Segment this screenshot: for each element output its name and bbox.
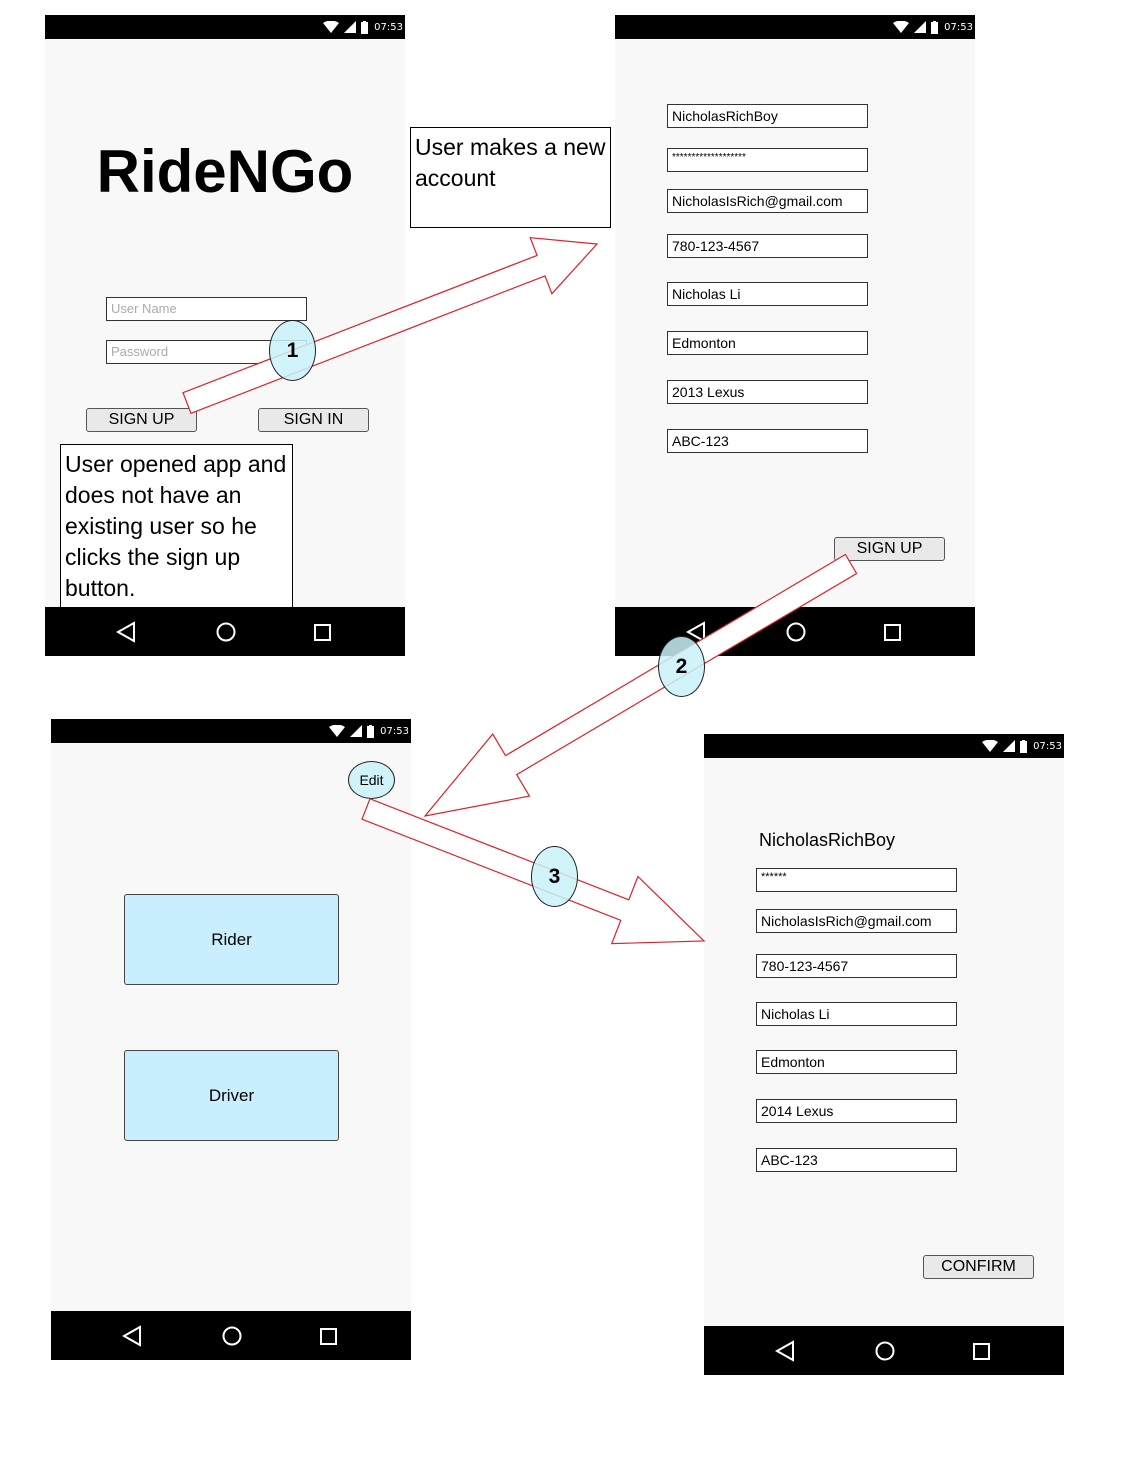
step-marker-2: 2 <box>658 636 705 697</box>
flow-arrow-2 <box>423 553 858 817</box>
flow-arrows <box>182 237 858 945</box>
step-marker-1: 1 <box>269 320 316 381</box>
flow-arrow-1 <box>182 237 599 415</box>
step-marker-3: 3 <box>531 846 578 907</box>
